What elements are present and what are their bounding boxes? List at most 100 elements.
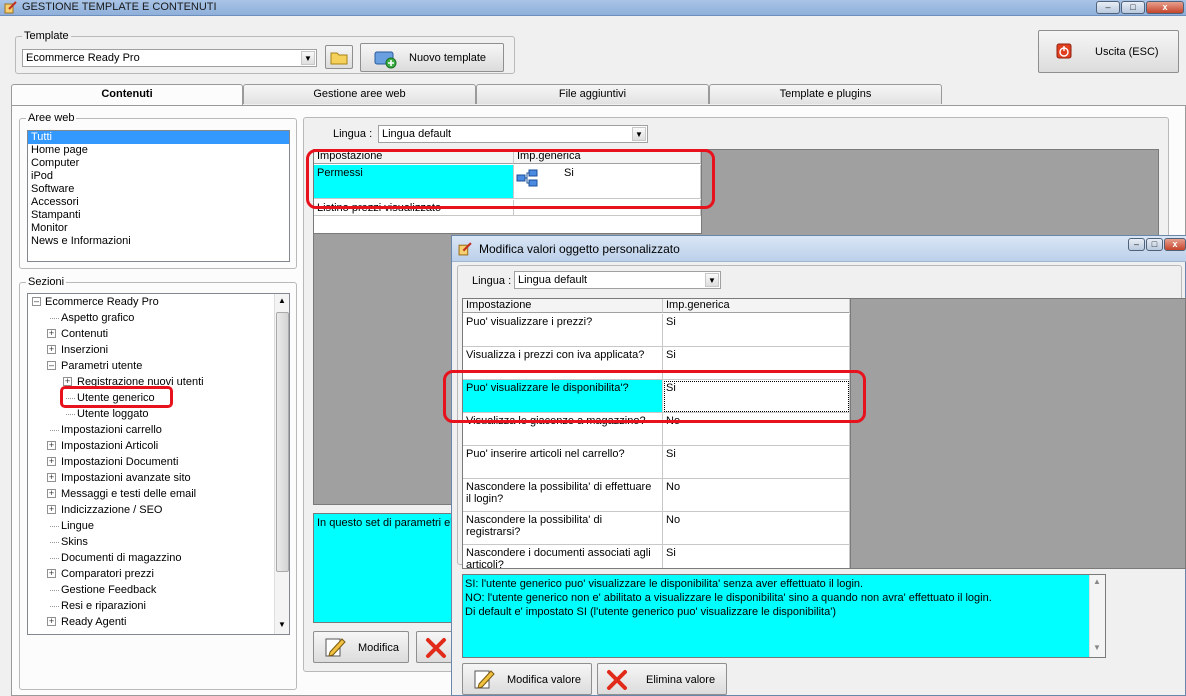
- tab-contenuti[interactable]: Contenuti: [11, 84, 243, 106]
- expand-icon[interactable]: +: [47, 329, 56, 338]
- tree-node[interactable]: Utente loggato: [60, 407, 149, 421]
- tree-root[interactable]: – Ecommerce Ready Pro: [30, 295, 159, 309]
- close-button[interactable]: x: [1146, 1, 1184, 14]
- list-item[interactable]: Home page: [28, 144, 289, 157]
- tree-node-label: Indicizzazione / SEO: [61, 504, 163, 516]
- dialog-title-bar: Modifica valori oggetto personalizzato –…: [452, 236, 1186, 262]
- column-header[interactable]: Imp.generica: [663, 299, 850, 313]
- table-cell[interactable]: Nascondere la possibilita' di registrars…: [463, 512, 663, 545]
- table-cell[interactable]: Si: [663, 314, 850, 347]
- tab-template-e-plugins[interactable]: Template e plugins: [709, 84, 942, 104]
- dialog-title: Modifica valori oggetto personalizzato: [479, 242, 680, 256]
- table-cell[interactable]: No: [663, 512, 850, 545]
- modify-value-button[interactable]: Modifica valore: [462, 663, 592, 695]
- expand-icon[interactable]: +: [47, 569, 56, 578]
- table-cell[interactable]: Nascondere i documenti associati agli ar…: [463, 545, 663, 568]
- tab-gestione-aree-web[interactable]: Gestione aree web: [243, 84, 476, 104]
- tree-node[interactable]: + Impostazioni Articoli: [44, 439, 158, 453]
- tree-node[interactable]: + Indicizzazione / SEO: [44, 503, 163, 517]
- tree-node[interactable]: + Contenuti: [44, 327, 108, 341]
- scroll-down-icon[interactable]: ▼: [278, 620, 286, 629]
- tree-node[interactable]: Gestione Feedback: [44, 583, 156, 597]
- annotation-disponibilita: [443, 370, 866, 423]
- chevron-down-icon[interactable]: ▼: [632, 127, 646, 141]
- tree-node[interactable]: + Messaggi e testi delle email: [44, 487, 196, 501]
- dialog-close-button[interactable]: x: [1164, 238, 1186, 251]
- modify-button[interactable]: Modifica: [313, 631, 409, 663]
- sezioni-legend: Sezioni: [28, 276, 65, 288]
- list-item[interactable]: iPod: [28, 170, 289, 183]
- table-cell[interactable]: Puo' inserire articoli nel carrello?: [463, 446, 663, 479]
- tree-node-label: Documenti di magazzino: [61, 552, 182, 564]
- dialog-maximize-button[interactable]: □: [1146, 238, 1163, 251]
- scroll-thumb[interactable]: [276, 312, 289, 572]
- list-item[interactable]: Tutti: [28, 131, 289, 144]
- table-cell[interactable]: Puo' visualizzare i prezzi?: [463, 314, 663, 347]
- tree-node[interactable]: + Inserzioni: [44, 343, 108, 357]
- help-line: SI: l'utente generico puo' visualizzare …: [465, 578, 864, 590]
- tree-node-label: Parametri utente: [61, 360, 143, 372]
- tree-node[interactable]: + Impostazioni Documenti: [44, 455, 178, 469]
- sezioni-tree[interactable]: – Ecommerce Ready Pro Aspetto grafico + Cont…: [27, 293, 290, 635]
- scroll-up-icon[interactable]: ▲: [278, 296, 286, 305]
- expand-icon[interactable]: +: [47, 441, 56, 450]
- chevron-down-icon[interactable]: ▼: [301, 51, 315, 65]
- expand-icon[interactable]: +: [47, 505, 56, 514]
- app-icon: [458, 242, 472, 256]
- tree-node[interactable]: Skins: [44, 535, 88, 549]
- expand-icon[interactable]: +: [47, 345, 56, 354]
- template-select[interactable]: Ecommerce Ready Pro ▼: [22, 49, 317, 67]
- column-header[interactable]: Impostazione: [463, 299, 663, 313]
- chevron-down-icon[interactable]: ▼: [705, 273, 719, 287]
- tree-node[interactable]: Impostazioni carrello: [44, 423, 162, 437]
- tree-node[interactable]: Resi e riparazioni: [44, 599, 146, 613]
- template-select-value: Ecommerce Ready Pro: [26, 52, 140, 64]
- tree-node[interactable]: Lingue: [44, 519, 94, 533]
- list-item[interactable]: Accessori: [28, 196, 289, 209]
- tab-file-aggiuntivi[interactable]: File aggiuntivi: [476, 84, 709, 104]
- help-scrollbar[interactable]: ▲ ▼: [1089, 575, 1105, 657]
- dialog-minimize-button[interactable]: –: [1128, 238, 1145, 251]
- collapse-icon[interactable]: –: [32, 297, 41, 306]
- table-cell[interactable]: Nascondere la possibilita' di effettuare…: [463, 479, 663, 512]
- scroll-up-icon[interactable]: ▲: [1093, 577, 1101, 586]
- open-folder-button[interactable]: [325, 45, 353, 69]
- minimize-button[interactable]: –: [1096, 1, 1120, 14]
- table-cell[interactable]: No: [663, 479, 850, 512]
- lingua-select[interactable]: Lingua default ▼: [378, 125, 648, 143]
- list-item[interactable]: Monitor: [28, 222, 289, 235]
- tree-node[interactable]: + Ready Agenti: [44, 615, 126, 629]
- list-item[interactable]: Computer: [28, 157, 289, 170]
- collapse-icon[interactable]: –: [47, 361, 56, 370]
- new-template-button[interactable]: Nuovo template: [360, 43, 504, 72]
- maximize-button[interactable]: □: [1121, 1, 1145, 14]
- tree-node[interactable]: + Impostazioni avanzate sito: [44, 471, 191, 485]
- delete-button[interactable]: [416, 631, 456, 663]
- aree-web-legend: Aree web: [28, 112, 75, 124]
- expand-icon[interactable]: +: [47, 617, 56, 626]
- list-item[interactable]: News e Informazioni: [28, 235, 289, 248]
- exit-button[interactable]: Uscita (ESC): [1038, 30, 1179, 73]
- lingua-select-value: Lingua default: [382, 128, 452, 140]
- table-cell[interactable]: Si: [663, 446, 850, 479]
- exit-label: Uscita (ESC): [1095, 46, 1159, 58]
- scroll-down-icon[interactable]: ▼: [1093, 643, 1101, 652]
- list-item[interactable]: Stampanti: [28, 209, 289, 222]
- tree-node[interactable]: + Comparatori prezzi: [44, 567, 154, 581]
- expand-icon[interactable]: +: [47, 473, 56, 482]
- tree-node-label: Gestione Feedback: [61, 584, 157, 596]
- tree-node[interactable]: Aspetto grafico: [44, 311, 134, 325]
- expand-icon[interactable]: +: [63, 377, 72, 386]
- tree-node[interactable]: Documenti di magazzino: [44, 551, 181, 565]
- delete-value-button[interactable]: Elimina valore: [597, 663, 727, 695]
- dialog-lingua-select[interactable]: Lingua default ▼: [514, 271, 721, 289]
- tree-node[interactable]: – Parametri utente: [44, 359, 142, 373]
- table-cell[interactable]: Si: [663, 545, 850, 568]
- expand-icon[interactable]: +: [47, 457, 56, 466]
- tree-node-label: Comparatori prezzi: [61, 568, 154, 580]
- expand-icon[interactable]: +: [47, 489, 56, 498]
- aree-web-list[interactable]: Tutti Home page Computer iPod Software A…: [27, 130, 290, 262]
- tree-scrollbar[interactable]: ▲ ▼: [274, 294, 289, 634]
- list-item[interactable]: Software: [28, 183, 289, 196]
- tree-line: [50, 526, 59, 527]
